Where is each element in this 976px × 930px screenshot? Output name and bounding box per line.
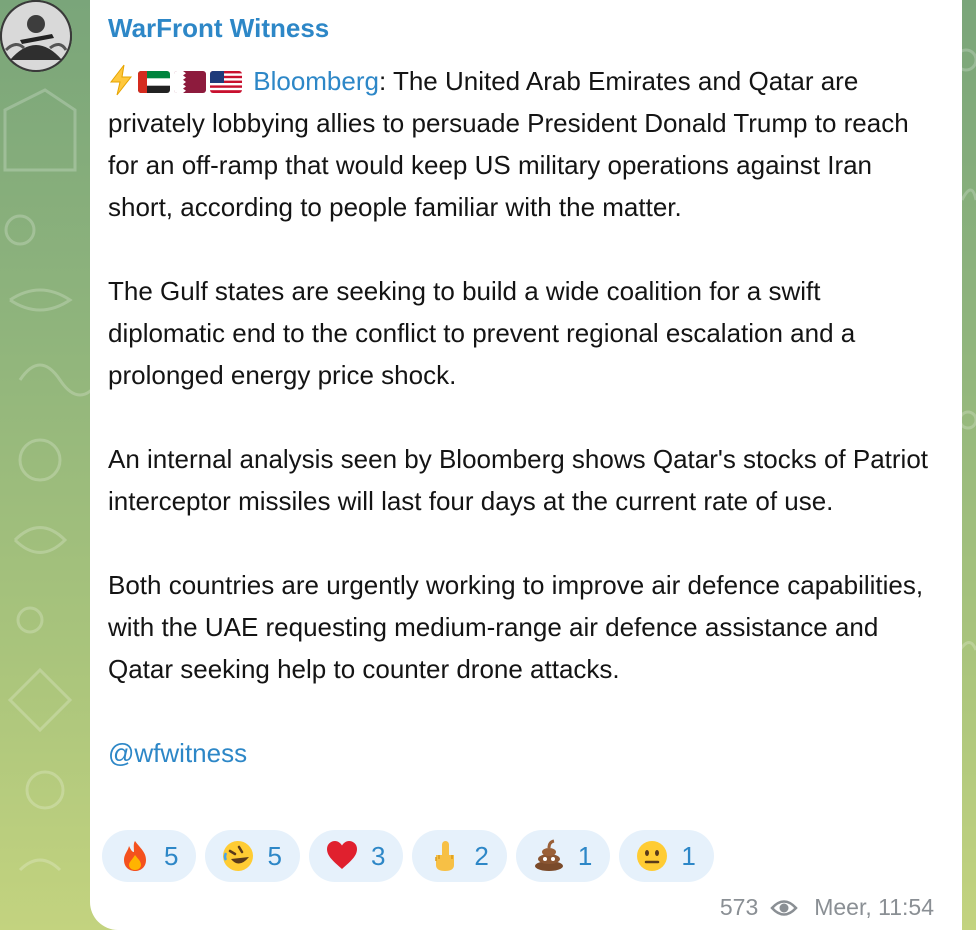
neutral-face-emoji xyxy=(637,841,668,871)
reaction-count: 5 xyxy=(164,840,179,871)
paragraph-1: Bloomberg: The United Arab Emirates and … xyxy=(108,60,938,228)
reaction-count: 5 xyxy=(267,840,282,871)
reaction-fire[interactable]: 5 xyxy=(102,830,197,882)
qatar-flag-icon xyxy=(174,71,206,93)
message-text: Bloomberg: The United Arab Emirates and … xyxy=(108,60,938,774)
reaction-rofl[interactable]: 5 xyxy=(205,830,300,882)
poop-emoji xyxy=(534,839,563,871)
fire-emoji xyxy=(124,841,146,871)
rofl-emoji xyxy=(223,841,254,871)
paragraph-4: Both countries are urgently working to i… xyxy=(108,570,924,684)
reaction-poop[interactable]: 1 xyxy=(515,830,611,882)
reaction-count: 1 xyxy=(577,840,593,871)
reaction-neutral-face[interactable]: 1 xyxy=(619,830,714,882)
us-flag-icon xyxy=(210,71,242,93)
message-timestamp: Meer, 11:54 xyxy=(814,894,934,920)
channel-handle-link[interactable]: @wfwitness xyxy=(108,738,247,768)
heart-emoji xyxy=(326,841,357,869)
reaction-count: 1 xyxy=(681,840,696,871)
message-meta: 573 Meer, 11:54 xyxy=(720,894,934,921)
middle-finger-emoji xyxy=(435,841,455,871)
reaction-middle-finger[interactable]: 2 xyxy=(412,830,507,882)
channel-avatar[interactable] xyxy=(0,0,72,72)
reaction-heart[interactable]: 3 xyxy=(308,830,404,882)
eye-icon xyxy=(770,899,798,916)
paragraph-3: An internal analysis seen by Bloomberg s… xyxy=(108,444,929,516)
reactions-bar: 5 5 3 2 1 1 xyxy=(102,830,714,882)
view-count: 573 xyxy=(719,894,759,920)
message-bubble: WarFront Witness Bloomberg: The United A… xyxy=(90,0,962,930)
lightning-icon xyxy=(109,64,133,96)
channel-name[interactable]: WarFront Witness xyxy=(108,13,329,44)
uae-flag-icon xyxy=(138,71,170,93)
source-link-bloomberg[interactable]: Bloomberg xyxy=(253,66,379,96)
paragraph-2: The Gulf states are seeking to build a w… xyxy=(108,276,856,390)
reaction-count: 3 xyxy=(370,840,386,871)
soldier-avatar-icon xyxy=(0,0,72,72)
reaction-count: 2 xyxy=(474,840,489,871)
